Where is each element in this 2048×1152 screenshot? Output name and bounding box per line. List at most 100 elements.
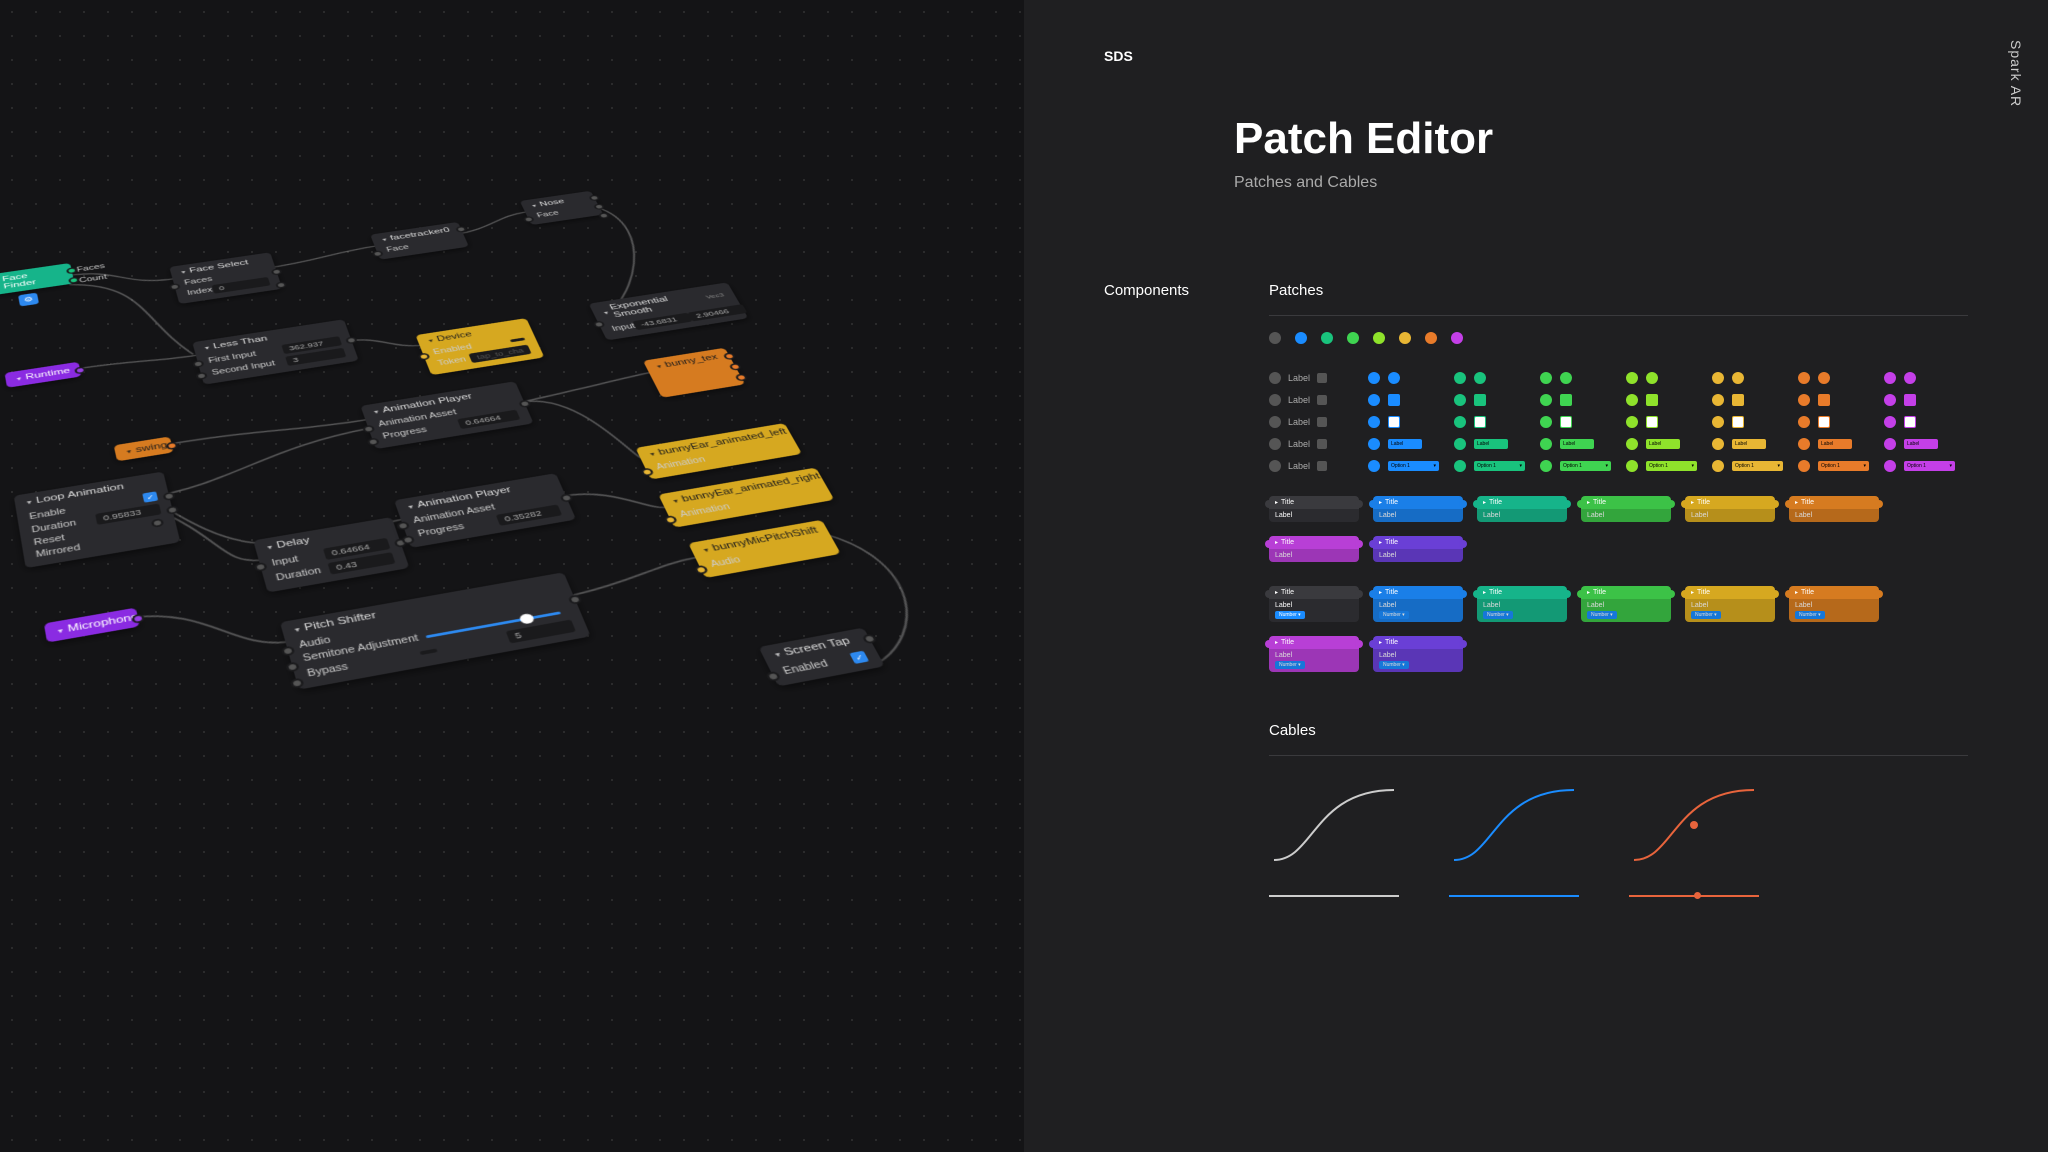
sample-node-card[interactable]: TitleLabel: [1269, 536, 1359, 562]
node-anim-player-1[interactable]: Animation Player Animation Asset Progres…: [360, 381, 533, 449]
sample-node-card[interactable]: TitleLabel: [1789, 496, 1879, 522]
node-bunny-tex[interactable]: bunny_tex: [643, 348, 745, 398]
row-label: Label: [1269, 416, 1354, 428]
swatch-cell: [1712, 372, 1784, 384]
sample-node-card[interactable]: TitleLabelNumber ▾: [1685, 586, 1775, 622]
swatch-cell: [1884, 372, 1956, 384]
swatch-cell: [1884, 416, 1956, 428]
node-mic-pitch[interactable]: bunnyMicPitchShift Audio: [688, 520, 841, 578]
port-label: Count: [79, 274, 108, 285]
swatch-cell: Option 1: [1454, 460, 1526, 472]
node-delay[interactable]: Delay Input0.64664 Duration0.43: [253, 517, 409, 592]
node-microphone[interactable]: Microphone: [44, 608, 140, 643]
page-subtitle: Patches and Cables: [1234, 174, 1968, 192]
sample-node-card[interactable]: TitleLabel: [1477, 496, 1567, 522]
node-facetracker[interactable]: facetracker0 Face: [370, 222, 469, 260]
sample-node-card[interactable]: TitleLabel: [1373, 496, 1463, 522]
swatch-cell: [1884, 394, 1956, 406]
sample-node-card[interactable]: TitleLabelNumber ▾: [1477, 586, 1567, 622]
gear-icon[interactable]: ⚙: [18, 293, 39, 307]
swatch-cell: [1712, 416, 1784, 428]
swatch-cell: Label: [1626, 438, 1698, 450]
node-nose[interactable]: Nose Face: [520, 191, 604, 225]
sample-node-card[interactable]: TitleLabelNumber ▾: [1269, 636, 1359, 672]
swatch-cell: [1454, 372, 1526, 384]
swatch-cell: [1798, 394, 1870, 406]
color-dot: [1321, 332, 1333, 344]
node-pitch-shifter[interactable]: Pitch Shifter Audio Semitone Adjustment …: [280, 572, 591, 689]
color-dot: [1295, 332, 1307, 344]
sample-node-card[interactable]: TitleLabel: [1581, 496, 1671, 522]
swatch-cell: Label: [1540, 438, 1612, 450]
swatch-cell: Label: [1368, 438, 1440, 450]
card-samples-simple: TitleLabel TitleLabel TitleLabel TitleLabel…: [1269, 496, 1968, 562]
color-dot: [1373, 332, 1385, 344]
color-dots-row: [1269, 332, 1968, 344]
swatch-cell: [1454, 416, 1526, 428]
swatch-cell: [1626, 394, 1698, 406]
swatch-cell: Option 1: [1798, 460, 1870, 472]
node-face-finder[interactable]: Face Finder: [0, 263, 74, 296]
sample-node-card[interactable]: TitleLabelNumber ▾: [1373, 636, 1463, 672]
node-anim-player-2[interactable]: Animation Player Animation Asset Progres…: [394, 473, 576, 548]
swatch-cell: Label: [1884, 438, 1956, 450]
node-device[interactable]: Device Enabled Tokentap_to_cha: [415, 318, 544, 375]
swatch-cell: Label: [1454, 438, 1526, 450]
swatch-cell: Label: [1798, 438, 1870, 450]
node-face-select[interactable]: Face Select Faces Index0: [169, 252, 282, 304]
checkbox-icon[interactable]: ✓: [849, 651, 869, 664]
node-swing[interactable]: swing: [114, 436, 174, 461]
row-label: Label: [1269, 394, 1354, 406]
node-bunny-left[interactable]: bunnyEar_animated_left Animation: [635, 423, 802, 479]
color-dot: [1399, 332, 1411, 344]
swatch-cell: [1540, 394, 1612, 406]
sample-node-card[interactable]: TitleLabel: [1269, 496, 1359, 522]
node-screen-tap[interactable]: Screen Tap Enabled✓: [759, 628, 885, 687]
node-title: Runtime: [5, 362, 82, 388]
swatch-cell: [1626, 372, 1698, 384]
swatch-cell: [1540, 416, 1612, 428]
brand-label: Spark AR: [2008, 40, 2024, 107]
swatch-cell: Option 1: [1884, 460, 1956, 472]
card-samples-chip: TitleLabelNumber ▾ TitleLabelNumber ▾ Titl…: [1269, 586, 1968, 672]
section-cables: Cables: [1269, 722, 1968, 756]
section-patches: Patches: [1269, 282, 1968, 316]
sample-node-card[interactable]: TitleLabelNumber ▾: [1269, 586, 1359, 622]
swatch-cell: [1626, 416, 1698, 428]
swatch-cell: [1798, 416, 1870, 428]
swatch-cell: Option 1: [1368, 460, 1440, 472]
swatch-cell: [1540, 372, 1612, 384]
doc-panel: Spark AR SDS Patch Editor Patches and Ca…: [1024, 0, 2048, 1152]
sample-node-card[interactable]: TitleLabel: [1373, 536, 1463, 562]
swatch-row: LabelOption 1Option 1Option 1Option 1Opt…: [1269, 460, 1968, 472]
swatch-cell: [1454, 394, 1526, 406]
node-loop-animation[interactable]: Loop Animation Enable✓ Duration0.95833 R…: [14, 472, 181, 569]
node-runtime[interactable]: Runtime: [5, 362, 82, 388]
swatch-cell: [1368, 416, 1440, 428]
sample-node-card[interactable]: TitleLabelNumber ▾: [1373, 586, 1463, 622]
checkbox-icon[interactable]: ✓: [142, 491, 158, 502]
swatch-row: Label: [1269, 394, 1968, 406]
swatch-row: Label: [1269, 416, 1968, 428]
node-title: swing: [114, 436, 174, 461]
cable-samples: [1269, 780, 1968, 897]
node-less-than[interactable]: Less Than First Input362.937 Second Inpu…: [192, 319, 359, 384]
color-dot: [1451, 332, 1463, 344]
swatch-cell: [1712, 394, 1784, 406]
patch-editor-canvas[interactable]: Face Finder Faces Count ⚙ Face Select Fa…: [0, 0, 1024, 1152]
sample-node-card[interactable]: TitleLabelNumber ▾: [1581, 586, 1671, 622]
row-label: Label: [1269, 372, 1354, 384]
node-title: Face Finder: [0, 263, 74, 296]
sds-label: SDS: [1104, 48, 1968, 64]
node-bunny-right[interactable]: bunnyEar_animated_right Animation: [658, 468, 834, 528]
node-title: Microphone: [44, 608, 140, 643]
sample-node-card[interactable]: TitleLabel: [1685, 496, 1775, 522]
swatch-cell: [1368, 372, 1440, 384]
swatch-cell: Option 1: [1712, 460, 1784, 472]
nav-components[interactable]: Components: [1104, 282, 1219, 897]
sample-node-card[interactable]: TitleLabelNumber ▾: [1789, 586, 1879, 622]
node-title: bunny_tex: [643, 348, 733, 376]
color-dot: [1347, 332, 1359, 344]
page-title: Patch Editor: [1234, 114, 1968, 164]
node-exp-smooth[interactable]: Exponential SmoothVec3 Input-43.68312.90…: [589, 282, 749, 340]
